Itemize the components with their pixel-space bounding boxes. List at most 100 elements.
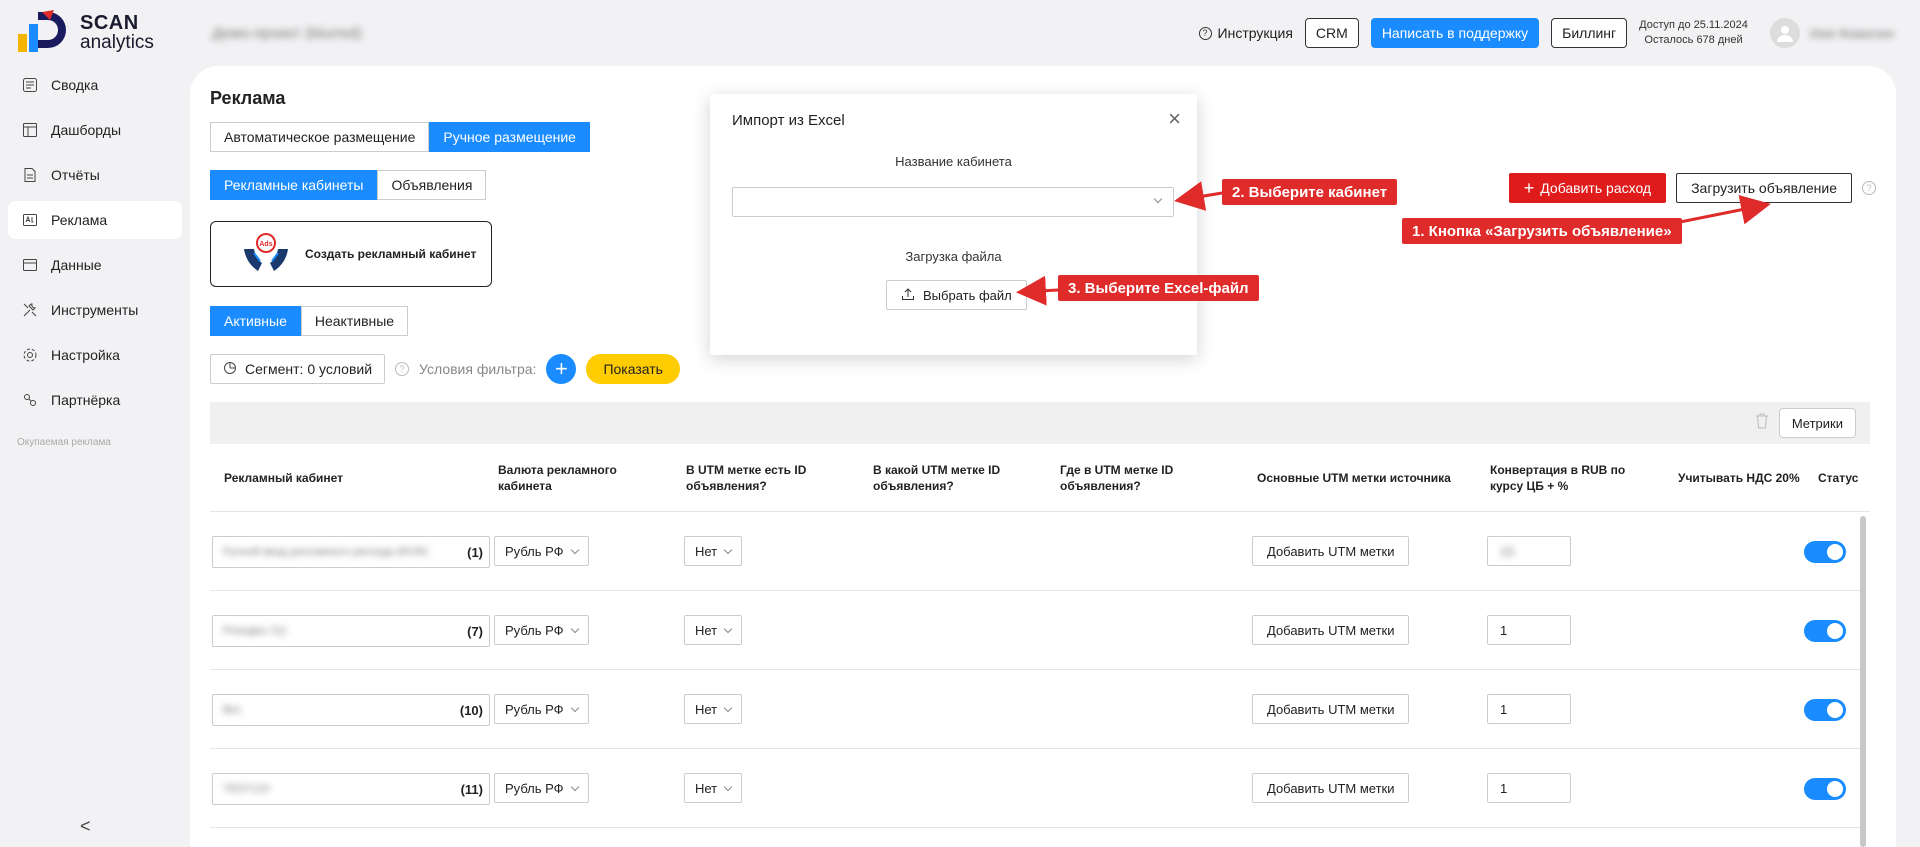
conversion-value: 15 <box>1500 543 1515 559</box>
table-row: Ручной ввод рекламного расхода (RUR) (1)… <box>210 512 1860 591</box>
conversion-value: 1 <box>1500 701 1508 717</box>
th-vat[interactable]: Учитывать НДС 20% <box>1678 444 1818 512</box>
choose-file-label: Выбрать файл <box>923 287 1012 303</box>
conversion-input[interactable]: 1 <box>1487 694 1571 724</box>
add-utm-button[interactable]: Добавить UTM метки <box>1252 615 1410 645</box>
add-utm-button[interactable]: Добавить UTM метки <box>1252 536 1410 566</box>
th-has-id[interactable]: В UTM метке есть ID объявления? <box>686 444 826 512</box>
currency-select[interactable]: Рубль РФ <box>494 773 589 803</box>
status-toggle[interactable] <box>1804 620 1846 642</box>
help-icon[interactable]: ? <box>1862 181 1876 195</box>
summary-icon <box>21 76 39 94</box>
sidebar-item-label: Дашборды <box>51 122 121 138</box>
upload-icon <box>901 287 915 304</box>
tab-ads[interactable]: Объявления <box>377 170 487 200</box>
access-info: Доступ до 25.11.2024 Осталось 678 дней <box>1639 18 1748 48</box>
tab-inactive[interactable]: Неактивные <box>300 306 409 336</box>
has-id-select[interactable]: Нет <box>684 536 743 566</box>
project-selector[interactable]: Демо-проект (blurred) <box>212 25 362 42</box>
choose-file-button[interactable]: Выбрать файл <box>886 280 1027 310</box>
sidebar-item-summary[interactable]: Сводка <box>8 66 182 104</box>
table-row: Posoдka 7(r) (7) Рубль РФ Нет Добавить U… <box>210 591 1860 670</box>
support-button[interactable]: Написать в поддержку <box>1370 18 1540 48</box>
page-title: Реклама <box>210 88 286 108</box>
status-toggle[interactable] <box>1804 699 1846 721</box>
currency-select[interactable]: Рубль РФ <box>494 536 589 566</box>
right-actions: + Добавить расход Загрузить объявление ? <box>1508 173 1876 203</box>
cabinet-name-field[interactable]: Posoдka 7(r) (7) <box>212 615 490 647</box>
has-id-select[interactable]: Нет <box>684 694 743 724</box>
status-toggle[interactable] <box>1804 541 1846 563</box>
th-status[interactable]: Статус <box>1818 444 1868 512</box>
status-tabs: Активные Неактивные <box>210 306 409 336</box>
segment-label: Сегмент: 0 условий <box>245 361 373 377</box>
cabinet-count: (11) <box>460 781 483 797</box>
sidebar-item-ads[interactable]: Реклама <box>8 201 182 239</box>
table-scrollbar[interactable] <box>1860 516 1866 847</box>
status-toggle[interactable] <box>1804 778 1846 800</box>
access-remaining: Осталось 678 дней <box>1644 34 1743 46</box>
add-filter-button[interactable]: + <box>546 354 577 384</box>
conversion-input[interactable]: 1 <box>1487 773 1571 803</box>
tab-auto-placement[interactable]: Автоматическое размещение <box>210 122 430 152</box>
show-button[interactable]: Показать <box>586 354 680 384</box>
cabinet-name-field[interactable]: Ручной ввод рекламного расхода (RUR) (1) <box>212 536 490 568</box>
th-conversion[interactable]: Конвертация в RUB по курсу ЦБ + % <box>1490 444 1650 512</box>
conversion-value: 1 <box>1500 780 1508 796</box>
has-id-select[interactable]: Нет <box>684 615 743 645</box>
th-main-utm[interactable]: Основные UTM метки источника <box>1257 444 1467 512</box>
th-where-utm[interactable]: Где в UTM метке ID объявления? <box>1060 444 1200 512</box>
billing-button[interactable]: Биллинг <box>1551 18 1628 48</box>
filter-conditions-label: Условия фильтра: <box>419 361 537 377</box>
help-icon[interactable]: ? <box>395 362 410 376</box>
add-expense-button[interactable]: + Добавить расход <box>1508 173 1667 203</box>
sub-tabs: Рекламные кабинеты Объявления <box>210 170 487 200</box>
th-cabinet[interactable]: Рекламный кабинет <box>224 444 424 512</box>
callout-step1: 1. Кнопка «Загрузить объявление» <box>1402 218 1682 244</box>
sidebar-item-label: Реклама <box>51 212 108 228</box>
cabinet-name: Вк1 <box>223 704 242 716</box>
currency-value: Рубль РФ <box>505 780 564 796</box>
cabinet-name-field[interactable]: Вк1 (10) <box>212 694 490 726</box>
sidebar-item-settings[interactable]: Настройка <box>8 336 182 374</box>
add-utm-button[interactable]: Добавить UTM метки <box>1252 773 1410 803</box>
th-currency[interactable]: Валюта рекламного кабинета <box>498 444 638 512</box>
sidebar-item-dashboards[interactable]: Дашборды <box>8 111 182 149</box>
chevron-down-icon <box>1153 194 1163 204</box>
import-excel-modal: Импорт из Excel × Название кабинета Загр… <box>710 94 1197 355</box>
help-link[interactable]: ? Инструкция <box>1198 25 1293 41</box>
filter-bar: Сегмент: 0 условий ? Условия фильтра: + … <box>210 354 680 384</box>
tab-manual-placement[interactable]: Ручное размещение <box>429 122 590 152</box>
currency-select[interactable]: Рубль РФ <box>494 694 589 724</box>
segment-button[interactable]: Сегмент: 0 условий <box>210 354 386 384</box>
create-cabinet-card[interactable]: Ads Создать рекламный кабинет <box>210 221 492 287</box>
currency-select[interactable]: Рубль РФ <box>494 615 589 645</box>
th-which-utm[interactable]: В какой UTM метке ID объявления? <box>873 444 1013 512</box>
close-icon[interactable]: × <box>1168 108 1181 130</box>
sidebar-item-tools[interactable]: Инструменты <box>8 291 182 329</box>
callout-step3: 3. Выберите Excel-файл <box>1058 275 1259 301</box>
conversion-input[interactable]: 15 <box>1487 536 1571 566</box>
data-icon <box>21 256 39 274</box>
help-label: Инструкция <box>1217 25 1293 41</box>
logo[interactable]: SCAN analytics <box>16 8 154 56</box>
metrics-button[interactable]: Метрики <box>1778 408 1856 438</box>
has-id-select[interactable]: Нет <box>684 773 743 803</box>
segment-icon <box>223 361 237 378</box>
sidebar-item-data[interactable]: Данные <box>8 246 182 284</box>
conversion-input[interactable]: 1 <box>1487 615 1571 645</box>
trash-icon[interactable] <box>1755 413 1769 434</box>
cabinet-select[interactable] <box>732 187 1174 217</box>
add-utm-button[interactable]: Добавить UTM метки <box>1252 694 1410 724</box>
cabinet-name-label: Название кабинета <box>895 154 1012 169</box>
crm-button[interactable]: CRM <box>1304 18 1359 48</box>
upload-ad-button[interactable]: Загрузить объявление <box>1676 173 1852 203</box>
cabinet-name-field[interactable]: TEST123 (11) <box>212 773 490 805</box>
logo-title: SCAN <box>80 11 139 34</box>
sidebar-item-reports[interactable]: Отчёты <box>8 156 182 194</box>
tab-active[interactable]: Активные <box>210 306 301 336</box>
user-menu[interactable]: Имя Фамилия <box>1769 18 1894 48</box>
sidebar-collapse-button[interactable]: < <box>80 816 91 837</box>
sidebar-item-partner[interactable]: Партнёрка <box>8 381 182 419</box>
tab-ad-cabinets[interactable]: Рекламные кабинеты <box>210 170 378 200</box>
